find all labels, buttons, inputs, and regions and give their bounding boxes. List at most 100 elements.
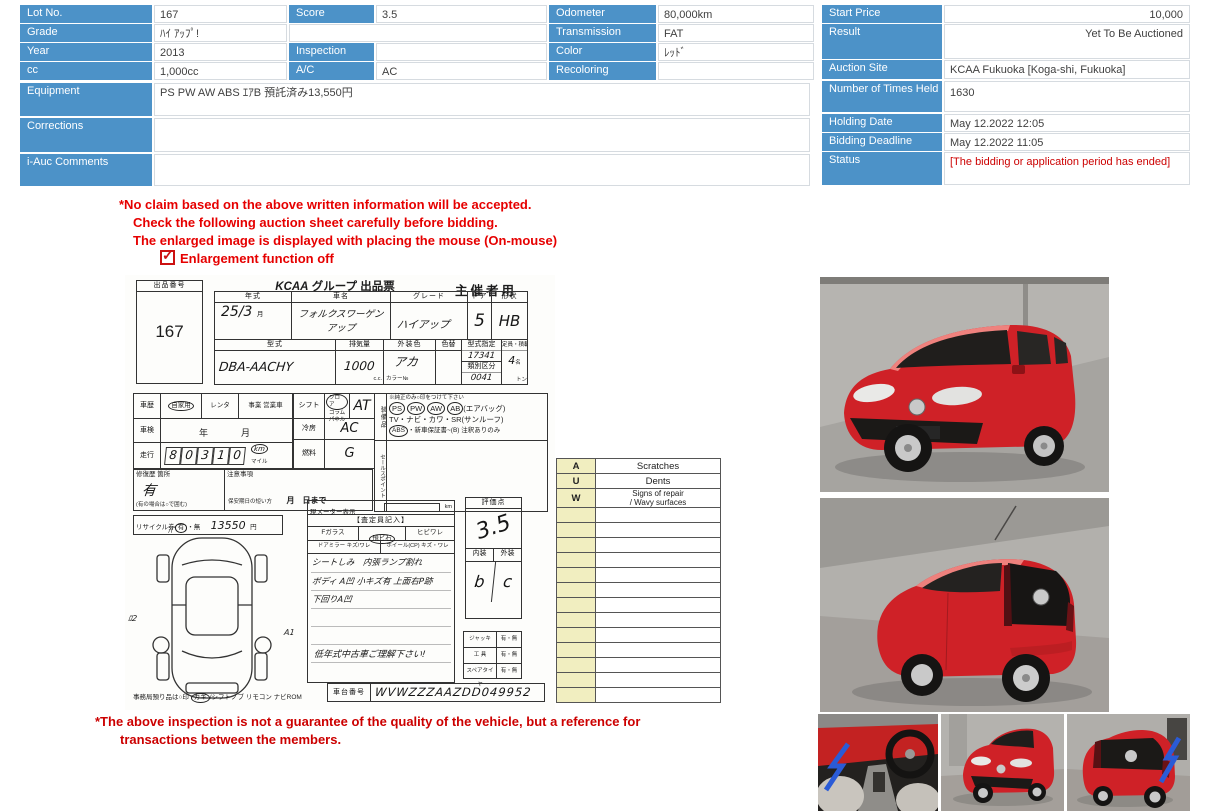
iauc-row: i-Auc Comments — [20, 154, 812, 186]
sheet-opt-rental: レンタ — [201, 393, 239, 419]
sheet-exterior-value: c — [492, 562, 523, 602]
sheet-meter-km: km — [445, 504, 452, 511]
auction-site-row: Auction Site KCAA Fukuoka [Koga-shi, Fuk… — [822, 60, 1192, 79]
auction-site-label: Auction Site — [822, 60, 942, 79]
sheet-hw-note3: 下回りA凹 — [311, 593, 352, 605]
sheet-mile-label: マイル — [251, 459, 268, 466]
sheet-type-desig-cell: 型式指定 17341 類別区分 0041 — [461, 339, 502, 385]
sheet-repair-label: 修復歴 箇所 — [136, 471, 222, 479]
photo-front-quarter[interactable] — [820, 277, 1109, 492]
sheet-unit-ton: トン — [502, 377, 527, 384]
color-value: ﾚｯﾄﾞ — [658, 43, 814, 61]
times-held-value: 1630 — [944, 81, 1190, 112]
sheet-recycle-yen: 円 — [250, 524, 257, 531]
sheet-check-crack: ヒビワレ — [406, 527, 454, 540]
sheet-office-note: 事務局預り品は○印 カギ/シフトノブ リモコン ナビROM — [133, 693, 333, 703]
sheet-shift-label: シフト — [293, 393, 325, 419]
bidding-deadline-label: Bidding Deadline — [822, 133, 942, 151]
transmission-label: Transmission — [549, 24, 656, 42]
sheet-shift-column: コラム — [325, 410, 349, 417]
odometer-label: Odometer — [549, 5, 656, 23]
result-value: Yet To Be Auctioned — [944, 24, 1190, 59]
sheet-recycle-none: ・無 — [187, 524, 200, 531]
status-value: [The bidding or application period has e… — [944, 152, 1190, 185]
sheet-val-shape: HB — [499, 312, 521, 330]
sheet-val-model: DBA-AACHY — [218, 359, 294, 374]
legend-desc-w-line2: / Wavy surfaces — [598, 498, 718, 507]
enlargement-checkbox-label: Enlargement function off — [180, 251, 334, 266]
recoloring-value — [658, 62, 814, 80]
sheet-caution-small: 保安期日の短い方 — [228, 499, 272, 505]
iauc-comments-value — [154, 154, 810, 186]
diagram-mark-ro2: ﾛ2 — [127, 613, 137, 624]
info-row-3: Year 2013 Inspection Color ﾚｯﾄﾞ — [20, 43, 816, 61]
sheet-recycle-cell: リサイクル券有・無 13550 円 — [133, 515, 283, 535]
sheet-equip-pw: PW — [407, 402, 425, 415]
result-row: Result Yet To Be Auctioned — [822, 24, 1192, 59]
sheet-shift-opts: フロア コラム パネル — [324, 393, 350, 419]
corrections-label: Corrections — [20, 118, 152, 152]
sheet-repair-note: (有の場合は○で囲む) — [136, 502, 187, 509]
sheet-check-fglass: Fガラス — [308, 527, 359, 540]
sheet-col-capacity: 定員・積載 — [502, 340, 527, 351]
sheet-score-value: 3.5 — [463, 507, 523, 548]
sheet-col-type-desig: 型式指定 — [462, 340, 501, 351]
sheet-meter-box: 現メーター表示 km 【査定員記入】 Fガラス 飛ビ石 ヒビワレ ドアミラー キ… — [307, 500, 455, 683]
result-label: Result — [822, 24, 942, 59]
thumb-interior[interactable] — [818, 714, 938, 811]
sheet-meter-head: 現メーター表示 — [310, 509, 356, 516]
sheet-assessor-head: 【査定員記入】 — [308, 515, 454, 527]
sheet-car-diagram: ﾊﾟ ﾛ2 A1 — [140, 533, 285, 705]
sheet-history-private: 自家用 — [160, 393, 202, 419]
bidding-deadline-row: Bidding Deadline May 12.2022 11:05 — [822, 133, 1192, 151]
legend-desc-u: Dents — [596, 474, 721, 489]
sheet-opt-private: 自家用 — [168, 401, 194, 411]
times-held-row: Number of Times Held 1630 — [822, 81, 1192, 112]
score-value: 3.5 — [376, 5, 547, 23]
sheet-interior-value: b — [464, 562, 496, 602]
sheet-col-class-div: 類別区分 — [462, 361, 501, 373]
cc-label: cc — [20, 62, 152, 80]
auction-sheet-image[interactable]: 出品番号 167 KCAA グループ 出品票 主催者用 年式 車名 グレード ド… — [125, 275, 555, 710]
sheet-shaken-label: 車検 — [133, 418, 161, 443]
info-row-2: Grade ﾊｲ ｱｯﾌﾟ! Transmission FAT — [20, 24, 816, 42]
auction-detail-page: Lot No. 167 Score 3.5 Odometer 80,000km … — [0, 0, 1229, 811]
sheet-val-door: 5 — [474, 311, 485, 331]
holding-date-row: Holding Date May 12.2022 12:05 — [822, 114, 1192, 132]
enlargement-checkbox[interactable] — [160, 250, 175, 265]
sheet-jack-value: 有・無 — [497, 632, 521, 647]
sheet-lot-number: 167 — [137, 322, 202, 342]
legend-row-w: W Signs of repair / Wavy surfaces — [557, 489, 721, 508]
sheet-fuel-label: 燃料 — [293, 439, 325, 469]
diagram-mark-a1: A1 — [284, 628, 296, 637]
sheet-equip-warranty: ・新車保証書~(B) 注釈ありのみ — [408, 427, 500, 434]
thumb-rear[interactable] — [1067, 714, 1190, 811]
start-price-value: 10,000 — [944, 5, 1190, 23]
sheet-val-type-desig: 17341 — [461, 351, 501, 361]
sheet-interior-head: 内装 — [466, 549, 494, 561]
status-label: Status — [822, 152, 942, 185]
sheet-shift-value-cell: AT — [349, 393, 375, 419]
sheet-shaken-month: 月 — [241, 426, 250, 439]
enlargement-toggle[interactable]: Enlargement function off — [160, 250, 334, 268]
sheet-repair-cell: 修復歴 箇所 有 (有の場合は○で囲む) — [133, 469, 225, 511]
sheet-vin-bar: 車台番号 WVWZZZAAZDD049952 — [327, 683, 545, 702]
odometer-value: 80,000km — [658, 5, 814, 23]
corrections-row: Corrections — [20, 118, 812, 152]
photo-rear-quarter[interactable] — [820, 498, 1109, 712]
thumb-front[interactable] — [941, 714, 1064, 811]
sheet-km-mark: km — [250, 444, 268, 454]
sheet-shift-floor: フロア — [326, 394, 348, 410]
sheet-capacity-cell: 定員・積載 4名 トン — [501, 339, 528, 385]
grade-label: Grade — [20, 24, 152, 42]
sheet-history-label: 車歴 — [133, 393, 161, 419]
cc-value: 1,000cc — [154, 62, 287, 80]
sheet-opt-business: 事業 営業車 — [238, 393, 293, 419]
sheet-hw-note1: シートしみ 内張ランプ割れ — [311, 556, 423, 568]
sheet-equip-aw: AW — [427, 402, 445, 415]
diagram-mark-pa: ﾊﾟ — [167, 525, 176, 536]
sheet-fuel-value-cell: G — [324, 439, 375, 469]
sheet-jack-box: ジャッキ 有・無 工 具 有・無 スペアタイヤ 有・無 — [463, 631, 522, 679]
legend-code-u: U — [557, 474, 596, 489]
legend-code-a: A — [557, 459, 596, 474]
